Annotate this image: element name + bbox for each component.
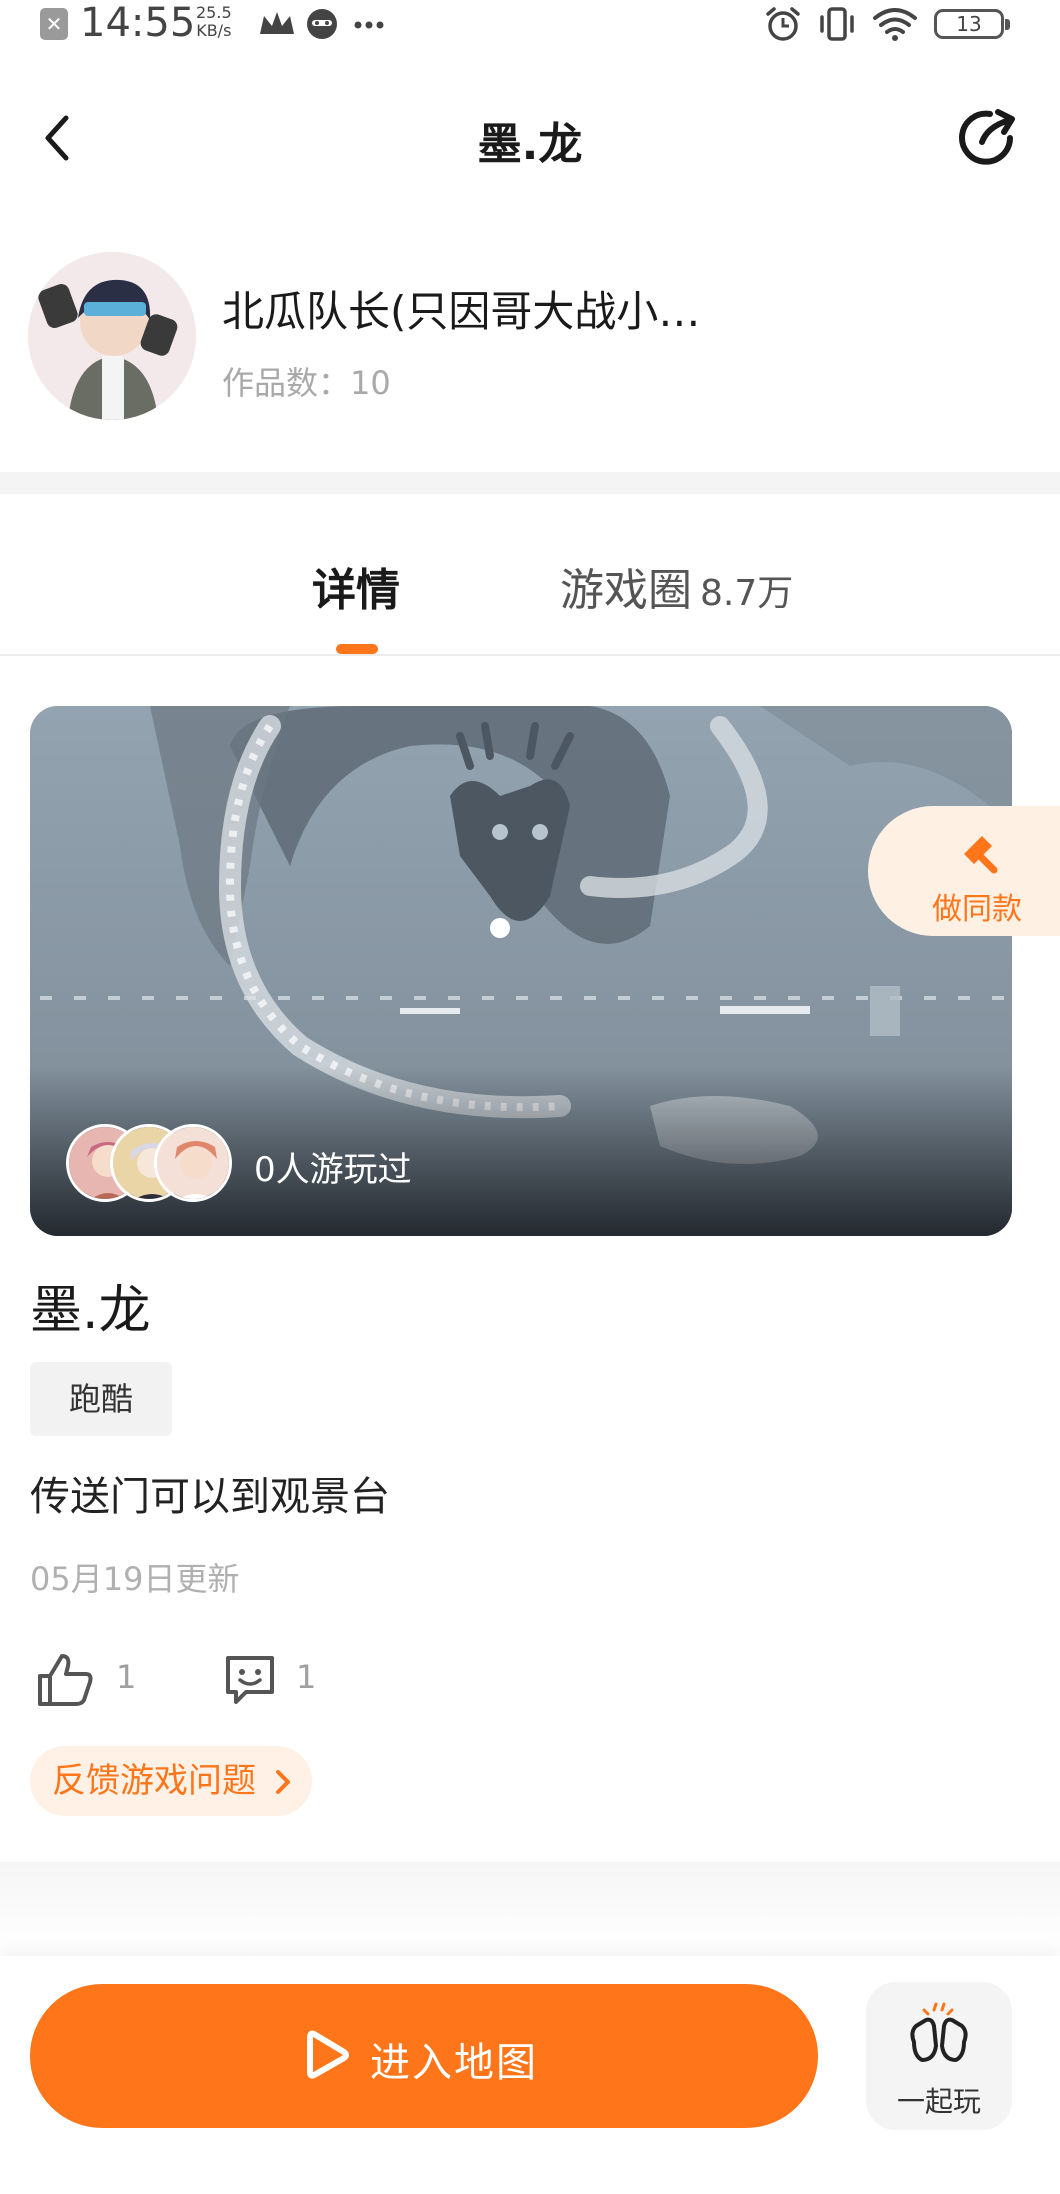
status-time: 14:55 bbox=[80, 0, 196, 46]
played-count-text: 0人游玩过 bbox=[254, 1150, 412, 1190]
battery-icon: 13 bbox=[934, 9, 1010, 39]
author-card[interactable]: 北瓜队长(只因哥大战小… 作品数：10 bbox=[28, 252, 1028, 422]
author-avatar[interactable] bbox=[28, 252, 196, 420]
like-count: 1 bbox=[116, 1658, 137, 1696]
comment-icon[interactable] bbox=[222, 1652, 278, 1708]
wifi-icon bbox=[873, 8, 917, 41]
tab-game-circle-label: 游戏圈 bbox=[560, 565, 692, 616]
vibrate-icon bbox=[820, 7, 854, 41]
more-dots-icon bbox=[354, 21, 384, 29]
feedback-button[interactable]: 反馈游戏问题 bbox=[30, 1746, 312, 1816]
game-tag[interactable]: 跑酷 bbox=[30, 1362, 172, 1436]
active-tab-indicator bbox=[336, 644, 378, 654]
section-divider bbox=[0, 472, 1060, 494]
make-same-label: 做同款 bbox=[932, 892, 1022, 927]
section-divider bbox=[0, 1862, 1060, 1956]
chevron-right-icon bbox=[276, 1770, 290, 1794]
battery-level: 13 bbox=[956, 12, 982, 36]
game-description: 传送门可以到观景台 bbox=[30, 1474, 390, 1520]
notification-x-icon: ✕ bbox=[40, 8, 68, 40]
works-count: 10 bbox=[350, 364, 391, 402]
bottom-action-bar: 进入地图 一起玩 bbox=[0, 1956, 1060, 2194]
page-title: 墨.龙 bbox=[477, 119, 583, 170]
comment-count: 1 bbox=[296, 1658, 317, 1696]
feedback-label: 反馈游戏问题 bbox=[52, 1761, 256, 1801]
play-together-button[interactable]: 一起玩 bbox=[866, 1982, 1012, 2130]
player-avatar bbox=[154, 1124, 232, 1202]
status-bar: ✕ 14:55 25.5 KB/s 13 bbox=[0, 0, 1060, 52]
author-name: 北瓜队长(只因哥大战小… bbox=[222, 287, 701, 336]
share-icon bbox=[959, 109, 1015, 165]
game-title: 墨.龙 bbox=[30, 1281, 151, 1341]
tab-details[interactable]: 详情 bbox=[312, 554, 400, 618]
share-button[interactable] bbox=[954, 102, 1026, 174]
play-icon bbox=[307, 2030, 349, 2079]
update-date: 05月19日更新 bbox=[30, 1560, 240, 1598]
tab-game-circle-count: 8.7万 bbox=[700, 573, 794, 614]
network-speed-unit: KB/s bbox=[196, 21, 232, 40]
play-together-label: 一起玩 bbox=[896, 2085, 981, 2118]
tab-game-circle[interactable]: 游戏圈 8.7万 bbox=[560, 554, 793, 618]
network-speed: 25.5 KB/s bbox=[196, 4, 232, 40]
enter-map-label: 进入地图 bbox=[370, 2040, 538, 2086]
game-cover-banner[interactable]: 0人游玩过 bbox=[30, 706, 1012, 1236]
tab-bar: 详情 游戏圈 8.7万 bbox=[0, 494, 1060, 656]
status-icons-left bbox=[258, 6, 388, 46]
crown-icon bbox=[260, 12, 294, 34]
status-icons-right: 13 bbox=[764, 6, 1010, 42]
thumbs-up-icon[interactable] bbox=[36, 1652, 96, 1708]
high-five-hands-icon bbox=[910, 2002, 968, 2062]
alarm-icon bbox=[766, 7, 800, 41]
network-speed-value: 25.5 bbox=[196, 3, 232, 22]
cat-face-icon bbox=[307, 9, 337, 39]
top-nav: 墨.龙 bbox=[0, 88, 1060, 188]
make-same-button[interactable]: 做同款 bbox=[868, 806, 1060, 936]
author-works-count: 作品数：10 bbox=[222, 358, 391, 404]
enter-map-button[interactable]: 进入地图 bbox=[30, 1984, 818, 2128]
hammer-icon bbox=[964, 836, 998, 874]
works-label: 作品数： bbox=[222, 364, 351, 402]
